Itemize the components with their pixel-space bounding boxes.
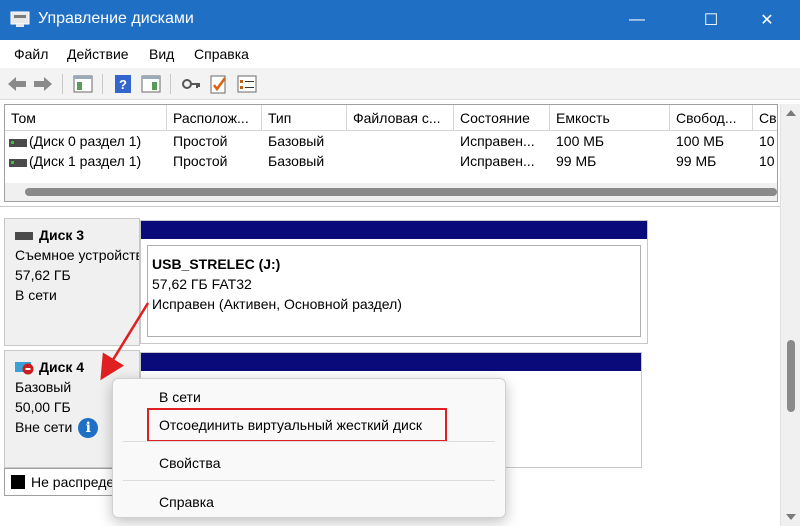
cell-free-space: 100 МБ	[676, 133, 725, 149]
disk-3-type: Съемное устройство	[15, 247, 140, 263]
removable-disk-icon	[15, 232, 33, 241]
menu-item-properties[interactable]: Свойства	[159, 455, 220, 471]
volume-details: USB_STRELEC (J:) 57,62 ГБ FAT32 Исправен…	[147, 245, 641, 337]
virtual-disk-error-icon	[15, 362, 34, 375]
context-menu: В сети Отсоединить виртуальный жесткий д…	[112, 378, 506, 518]
column-header-capacity[interactable]: Емкость	[550, 105, 670, 131]
menu-separator	[123, 441, 495, 442]
volume-label: USB_STRELEC (J:)	[152, 256, 281, 272]
volume-header-bar	[141, 353, 641, 371]
info-icon[interactable]: i	[78, 418, 99, 439]
horizontal-scrollbar-thumb[interactable]	[25, 188, 777, 196]
cell-free-percent: 10	[759, 133, 775, 149]
list-header: Том Располож... Тип Файловая с... Состоя…	[5, 105, 777, 131]
cell-layout: Простой	[173, 133, 228, 149]
menu-item-online[interactable]: В сети	[159, 389, 201, 405]
close-button[interactable]: ✕	[744, 0, 790, 40]
cell-layout: Простой	[173, 153, 228, 169]
column-header-status[interactable]: Состояние	[454, 105, 550, 131]
volume-size-fs: 57,62 ГБ FAT32	[152, 276, 252, 292]
cell-free-space: 99 МБ	[676, 153, 717, 169]
volume-header-bar	[141, 221, 647, 239]
title-bar: Управление дисками — ☐ ✕	[0, 0, 800, 40]
menu-bar: Файл Действие Вид Справка	[0, 40, 800, 68]
close-icon: ✕	[760, 12, 774, 29]
minimize-button[interactable]: —	[614, 0, 660, 40]
volume-list: Том Располож... Тип Файловая с... Состоя…	[4, 104, 778, 202]
console-tree-icon	[73, 75, 93, 93]
disk-3-status: В сети	[15, 287, 57, 303]
key-icon	[182, 79, 200, 89]
connect-button[interactable]	[180, 73, 202, 95]
toolbar-separator	[170, 74, 171, 94]
column-header-free-percent[interactable]: Св	[753, 105, 777, 131]
console-tree-button[interactable]	[72, 73, 94, 95]
toolbar-separator	[102, 74, 103, 94]
column-header-type[interactable]: Тип	[262, 105, 347, 131]
window-title: Управление дисками	[38, 10, 194, 27]
forward-arrow-icon	[34, 77, 52, 91]
cell-type: Базовый	[268, 153, 325, 169]
disk-4-status: Вне сети	[15, 419, 73, 435]
vertical-scrollbar-thumb[interactable]	[787, 340, 795, 412]
properties-button[interactable]	[236, 73, 258, 95]
checklist-button[interactable]	[208, 73, 230, 95]
pane-icon	[141, 75, 161, 93]
disk-3-label[interactable]: Диск 3 Съемное устройство 57,62 ГБ В сет…	[4, 218, 140, 346]
menu-help[interactable]: Справка	[194, 46, 249, 62]
back-button[interactable]	[6, 73, 28, 95]
disk-4-name: Диск 4	[39, 359, 85, 375]
toolbar-separator	[62, 74, 63, 94]
table-row[interactable]: (Диск 1 раздел 1) Простой Базовый Исправ…	[5, 153, 777, 173]
unallocated-swatch	[11, 475, 25, 489]
horizontal-scrollbar[interactable]	[5, 183, 777, 201]
disk-3-name: Диск 3	[39, 227, 85, 243]
cell-capacity: 99 МБ	[556, 153, 597, 169]
vertical-scrollbar[interactable]	[780, 104, 800, 526]
disk-management-icon	[10, 11, 30, 27]
menu-separator	[123, 480, 495, 481]
menu-view[interactable]: Вид	[149, 46, 174, 62]
cell-status: Исправен...	[460, 133, 535, 149]
cell-volume: (Диск 0 раздел 1)	[29, 133, 142, 149]
help-icon: ?	[115, 75, 131, 93]
menu-action[interactable]: Действие	[67, 46, 129, 62]
back-arrow-icon	[8, 77, 26, 91]
toolbar: ?	[0, 68, 800, 100]
column-header-volume[interactable]: Том	[5, 105, 167, 131]
scroll-down-icon[interactable]	[786, 514, 796, 520]
cell-capacity: 100 МБ	[556, 133, 605, 149]
disk-3-size: 57,62 ГБ	[15, 267, 71, 283]
volume-icon	[9, 159, 27, 167]
properties-icon	[237, 75, 257, 93]
column-header-filesystem[interactable]: Файловая с...	[347, 105, 454, 131]
volume-icon	[9, 139, 27, 147]
table-row[interactable]: (Диск 0 раздел 1) Простой Базовый Исправ…	[5, 133, 777, 153]
minimize-icon: —	[629, 11, 645, 28]
forward-button[interactable]	[32, 73, 54, 95]
column-header-layout[interactable]: Располож...	[167, 105, 262, 131]
volume-state: Исправен (Активен, Основной раздел)	[152, 296, 402, 312]
maximize-icon: ☐	[703, 12, 719, 29]
checklist-icon	[210, 75, 227, 94]
show-hide-pane-button[interactable]	[140, 73, 162, 95]
usb-strelec-volume[interactable]: USB_STRELEC (J:) 57,62 ГБ FAT32 Исправен…	[140, 220, 648, 344]
highlight-frame	[147, 408, 447, 442]
cell-type: Базовый	[268, 133, 325, 149]
menu-file[interactable]: Файл	[14, 46, 48, 62]
scroll-up-icon[interactable]	[786, 110, 796, 116]
help-button[interactable]: ?	[112, 73, 134, 95]
cell-volume: (Диск 1 раздел 1)	[29, 153, 142, 169]
maximize-button[interactable]: ☐	[688, 0, 734, 40]
cell-free-percent: 10	[759, 153, 775, 169]
column-header-free-space[interactable]: Свобод...	[670, 105, 753, 131]
menu-item-help[interactable]: Справка	[159, 494, 214, 510]
cell-status: Исправен...	[460, 153, 535, 169]
svg-text:?: ?	[119, 77, 127, 92]
